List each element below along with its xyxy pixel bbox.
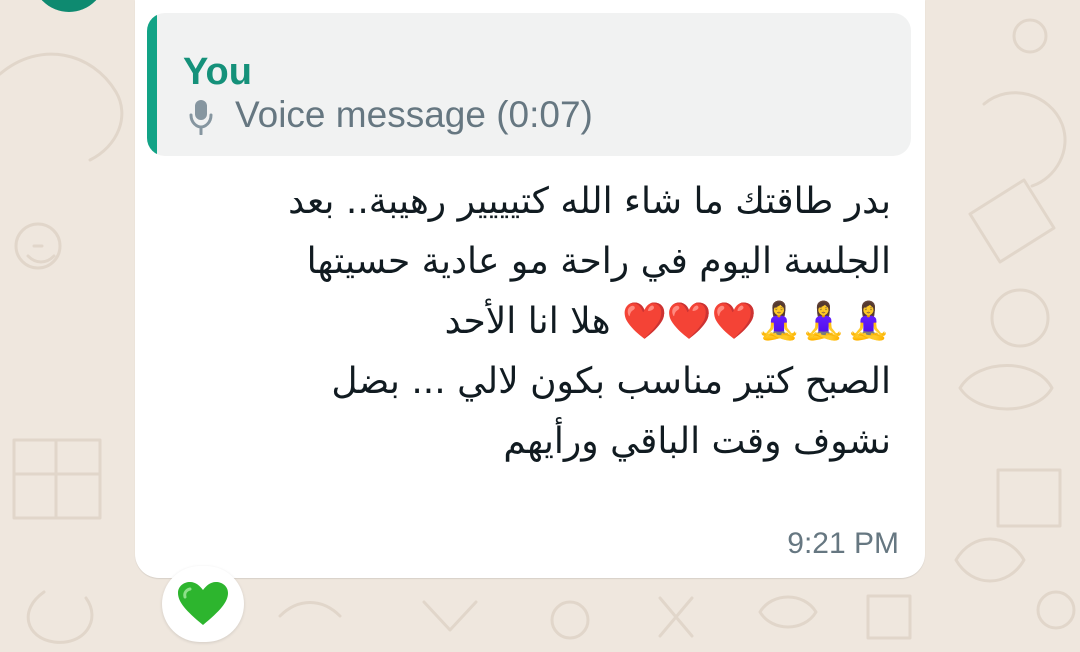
reaction-badge[interactable]	[162, 566, 244, 642]
quoted-author: You	[183, 51, 252, 93]
microphone-icon	[189, 100, 213, 135]
message-timestamp: 9:21 PM	[787, 527, 899, 560]
quote-accent-bar	[147, 13, 157, 156]
message-bubble[interactable]: You Voice message (0:07) بدر طاقتك ما شا…	[135, 0, 925, 578]
message-line: الجلسة اليوم في راحة مو عادية حسيتها	[306, 241, 891, 282]
message-text: بدر طاقتك ما شاء الله كتيييير رهيبة.. بع…	[195, 172, 891, 472]
message-line: 🧘‍♀️🧘‍♀️🧘‍♀️❤️❤️❤️ هلا انا الأحد	[444, 301, 891, 342]
message-line: بدر طاقتك ما شاء الله كتيييير رهيبة.. بع…	[288, 181, 891, 222]
quoted-reply[interactable]: You Voice message (0:07)	[147, 13, 911, 156]
green-heart-icon	[178, 582, 228, 625]
quoted-message-text: Voice message (0:07)	[235, 94, 593, 135]
message-line: نشوف وقت الباقي ورأيهم	[503, 421, 891, 462]
message-line: الصبح كتير مناسب بكون لالي ... بضل	[331, 361, 891, 402]
